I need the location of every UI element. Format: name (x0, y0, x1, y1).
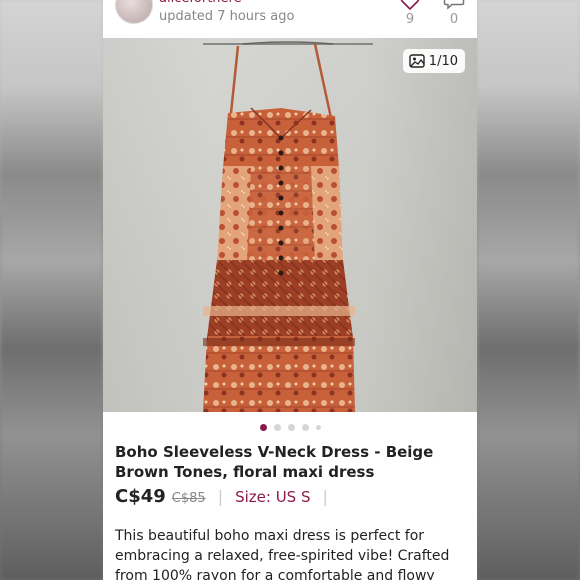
likes-count: 9 (405, 12, 415, 27)
carousel-dot-2[interactable] (273, 423, 281, 431)
comments-count: 0 (449, 12, 459, 27)
background-left (0, 0, 103, 580)
original-price: C$85 (171, 491, 206, 506)
size-separator: | (322, 487, 328, 506)
carousel-dot-3[interactable] (287, 423, 295, 431)
seller-username[interactable]: aliceforthere (159, 0, 242, 6)
carousel-dots (103, 412, 477, 442)
size-label[interactable]: Size: US S (235, 488, 310, 506)
product-photo[interactable]: 1/10 (103, 38, 477, 412)
background-right (477, 0, 580, 580)
price-separator: | (217, 487, 224, 506)
price-row: C$49 C$85 | Size: US S | (115, 486, 465, 510)
comment-button[interactable]: 0 (437, 0, 471, 27)
carousel-dot-1[interactable] (259, 423, 267, 431)
heart-icon (400, 0, 420, 10)
gallery-icon (409, 54, 425, 68)
listing-header: aliceforthere updated 7 hours ago 9 0 (103, 0, 477, 38)
dress-image (203, 41, 373, 412)
photo-counter: 1/10 (402, 49, 465, 73)
current-price: C$49 (115, 486, 166, 507)
listing-card: aliceforthere updated 7 hours ago 9 0 (103, 0, 477, 580)
listing-title: Boho Sleeveless V-Neck Dress - Beige Bro… (115, 443, 434, 481)
carousel-dot-5[interactable] (315, 424, 321, 430)
listing-description: This beautiful boho maxi dress is perfec… (115, 528, 450, 580)
carousel-dot-4[interactable] (301, 423, 309, 431)
seller-avatar[interactable] (115, 0, 153, 24)
updated-timestamp: updated 7 hours ago (159, 9, 295, 24)
comment-icon (443, 0, 465, 10)
like-button[interactable]: 9 (393, 0, 427, 27)
photo-counter-text: 1/10 (428, 53, 458, 69)
